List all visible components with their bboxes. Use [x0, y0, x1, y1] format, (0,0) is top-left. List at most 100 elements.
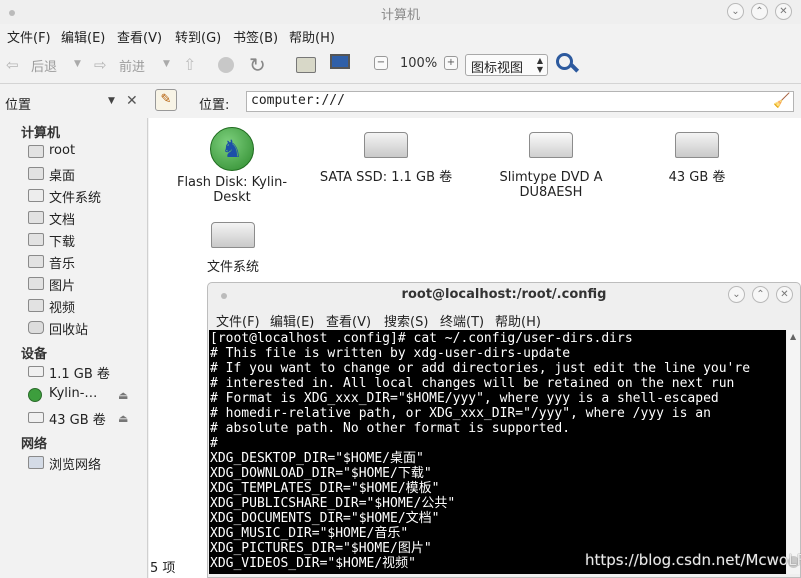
watermark-text: https://blog.csdn.net/McwoLF — [585, 551, 801, 569]
terminal-menu-view[interactable]: 查看(V) — [326, 311, 371, 330]
menu-bar: 文件(F) 编辑(E) 查看(V) 转到(G) 书签(B) 帮助(H) — [0, 24, 801, 46]
device-sata-ssd[interactable]: SATA SSD: 1.1 GB 卷 — [317, 132, 455, 185]
device-flash-disk[interactable]: ♞ Flash Disk: Kylin-Deskt — [169, 127, 295, 205]
folder-icon — [28, 167, 44, 180]
terminal-menu-search[interactable]: 搜索(S) — [384, 311, 428, 330]
device-label: 43 GB 卷 — [668, 170, 726, 185]
device-filesystem[interactable]: 文件系统 — [193, 222, 273, 275]
terminal-menu-edit[interactable]: 编辑(E) — [270, 311, 314, 330]
forward-button[interactable]: 前进 — [119, 56, 145, 75]
drive-icon — [28, 366, 44, 377]
menu-go[interactable]: 转到(G) — [175, 27, 221, 46]
kylin-disc-icon: ♞ — [210, 127, 254, 171]
menu-help[interactable]: 帮助(H) — [289, 27, 335, 46]
forward-dropdown-icon[interactable]: ▼ — [163, 59, 170, 69]
terminal-line: # If you want to change or add directori… — [210, 361, 751, 376]
hard-drive-icon — [211, 222, 255, 248]
menu-file[interactable]: 文件(F) — [7, 27, 51, 46]
hard-drive-icon — [364, 132, 408, 158]
terminal-line: # — [210, 436, 218, 451]
terminal-line: # interested in. All local changes will … — [210, 376, 735, 391]
menu-edit[interactable]: 编辑(E) — [61, 27, 105, 46]
eject-icon[interactable]: ⏏ — [118, 389, 128, 402]
reload-icon[interactable]: ↻ — [249, 53, 266, 77]
menu-bookmarks[interactable]: 书签(B) — [233, 27, 278, 46]
sidebar: 计算机 root 桌面 文件系统 文档 下载 音乐 图片 视频 回收站 设备 1… — [0, 118, 148, 578]
zoom-level: 100% — [400, 56, 438, 71]
download-folder-icon — [28, 233, 44, 246]
maximize-button[interactable]: ⌃ — [751, 3, 768, 20]
location-label: 位置: — [199, 98, 230, 113]
edit-location-toggle[interactable]: ✎ — [155, 89, 177, 111]
terminal-menu-help[interactable]: 帮助(H) — [495, 311, 541, 330]
device-label: SATA SSD: 1.1 GB 卷 — [319, 170, 453, 185]
up-icon[interactable]: ⇧ — [183, 55, 196, 74]
panel-dropdown-icon[interactable]: ▼ — [108, 96, 115, 106]
sidebar-computer-header: 计算机 — [21, 126, 61, 141]
zoom-in-button[interactable]: + — [444, 56, 458, 70]
device-label: Flash Disk: Kylin-Deskt — [176, 175, 288, 205]
drive-icon — [28, 412, 44, 423]
terminal-line: XDG_TEMPLATES_DIR="$HOME/模板" — [210, 481, 440, 496]
terminal-line: XDG_PUBLICSHARE_DIR="$HOME/公共" — [210, 496, 456, 511]
stop-icon[interactable] — [218, 57, 234, 73]
device-label: Slimtype DVD A DU8AESH — [499, 170, 603, 200]
location-input[interactable]: computer:/// — [246, 91, 794, 112]
terminal-window: root@localhost:/root/.config ⌄ ⌃ ✕ 文件(F)… — [207, 282, 801, 578]
terminal-menu-file[interactable]: 文件(F) — [216, 311, 260, 330]
panel-close-icon[interactable]: ✕ — [126, 93, 138, 109]
home-folder-icon — [28, 145, 44, 158]
terminal-line: XDG_DESKTOP_DIR="$HOME/桌面" — [210, 451, 424, 466]
back-button[interactable]: 后退 — [31, 56, 57, 75]
home-icon[interactable] — [296, 57, 316, 73]
menu-view[interactable]: 查看(V) — [117, 27, 162, 46]
trash-icon — [28, 321, 44, 334]
hard-drive-icon — [675, 132, 719, 158]
view-mode-value: 图标视图 — [471, 61, 524, 76]
videos-folder-icon — [28, 299, 44, 312]
terminal-line: XDG_DOWNLOAD_DIR="$HOME/下载" — [210, 466, 432, 481]
terminal-menu-terminal[interactable]: 终端(T) — [440, 311, 484, 330]
sidebar-network-header: 网络 — [21, 437, 48, 452]
terminal-line: # absolute path. No other format is supp… — [210, 421, 571, 436]
back-dropdown-icon[interactable]: ▼ — [74, 59, 81, 69]
forward-arrow-icon: ⇨ — [94, 56, 107, 74]
scroll-up-icon[interactable]: ▲ — [790, 332, 796, 341]
clear-location-icon[interactable]: 🧹 — [773, 93, 790, 109]
terminal-close-button[interactable]: ✕ — [776, 286, 793, 303]
terminal-line: # This file is written by xdg-user-dirs-… — [210, 346, 571, 361]
terminal-maximize-button[interactable]: ⌃ — [752, 286, 769, 303]
window-title: 计算机 — [380, 8, 420, 23]
computer-icon[interactable] — [330, 54, 350, 69]
terminal-line: [root@localhost .config]# cat ~/.config/… — [210, 331, 633, 346]
close-button[interactable]: ✕ — [775, 3, 792, 20]
terminal-output[interactable]: [root@localhost .config]# cat ~/.config/… — [209, 330, 786, 574]
pictures-folder-icon — [28, 277, 44, 290]
file-manager-window: 计算机 ⌄ ⌃ ✕ 文件(F) 编辑(E) 查看(V) 转到(G) 书签(B) … — [0, 0, 801, 578]
terminal-title: root@localhost:/root/.config — [401, 287, 607, 302]
terminal-line: XDG_DOCUMENTS_DIR="$HOME/文档" — [210, 511, 440, 526]
terminal-line: XDG_MUSIC_DIR="$HOME/音乐" — [210, 526, 409, 541]
network-icon — [28, 456, 44, 469]
terminal-scrollbar[interactable]: ▲ — [787, 330, 800, 574]
minimize-button[interactable]: ⌄ — [727, 3, 744, 20]
optical-drive-icon — [529, 132, 573, 158]
view-mode-select[interactable]: 图标视图 ▲ ▼ — [465, 54, 548, 76]
eject-icon[interactable]: ⏏ — [118, 412, 128, 425]
terminal-line: # homedir-relative path, or XDG_xxx_DIR=… — [210, 406, 711, 421]
filesystem-icon — [28, 189, 44, 202]
status-bar: 5 项 — [150, 561, 176, 576]
music-folder-icon — [28, 255, 44, 268]
device-label: 文件系统 — [206, 260, 259, 275]
kylin-disc-icon — [28, 388, 42, 402]
select-arrows-icon: ▲ ▼ — [536, 56, 543, 74]
zoom-out-button[interactable]: − — [374, 56, 388, 70]
device-43gb[interactable]: 43 GB 卷 — [647, 132, 747, 185]
search-icon-handle — [569, 63, 580, 73]
back-arrow-icon: ⇦ — [6, 56, 19, 74]
terminal-line: # Format is XDG_xxx_DIR="$HOME/yyy", whe… — [210, 391, 719, 406]
toolbar: ⇦ 后退 ▼ ⇨ 前进 ▼ ⇧ ↻ − 100% + — [0, 46, 801, 84]
title-bar[interactable]: 计算机 ⌄ ⌃ ✕ — [0, 0, 801, 24]
device-dvd[interactable]: Slimtype DVD A DU8AESH — [481, 132, 621, 200]
terminal-minimize-button[interactable]: ⌄ — [728, 286, 745, 303]
